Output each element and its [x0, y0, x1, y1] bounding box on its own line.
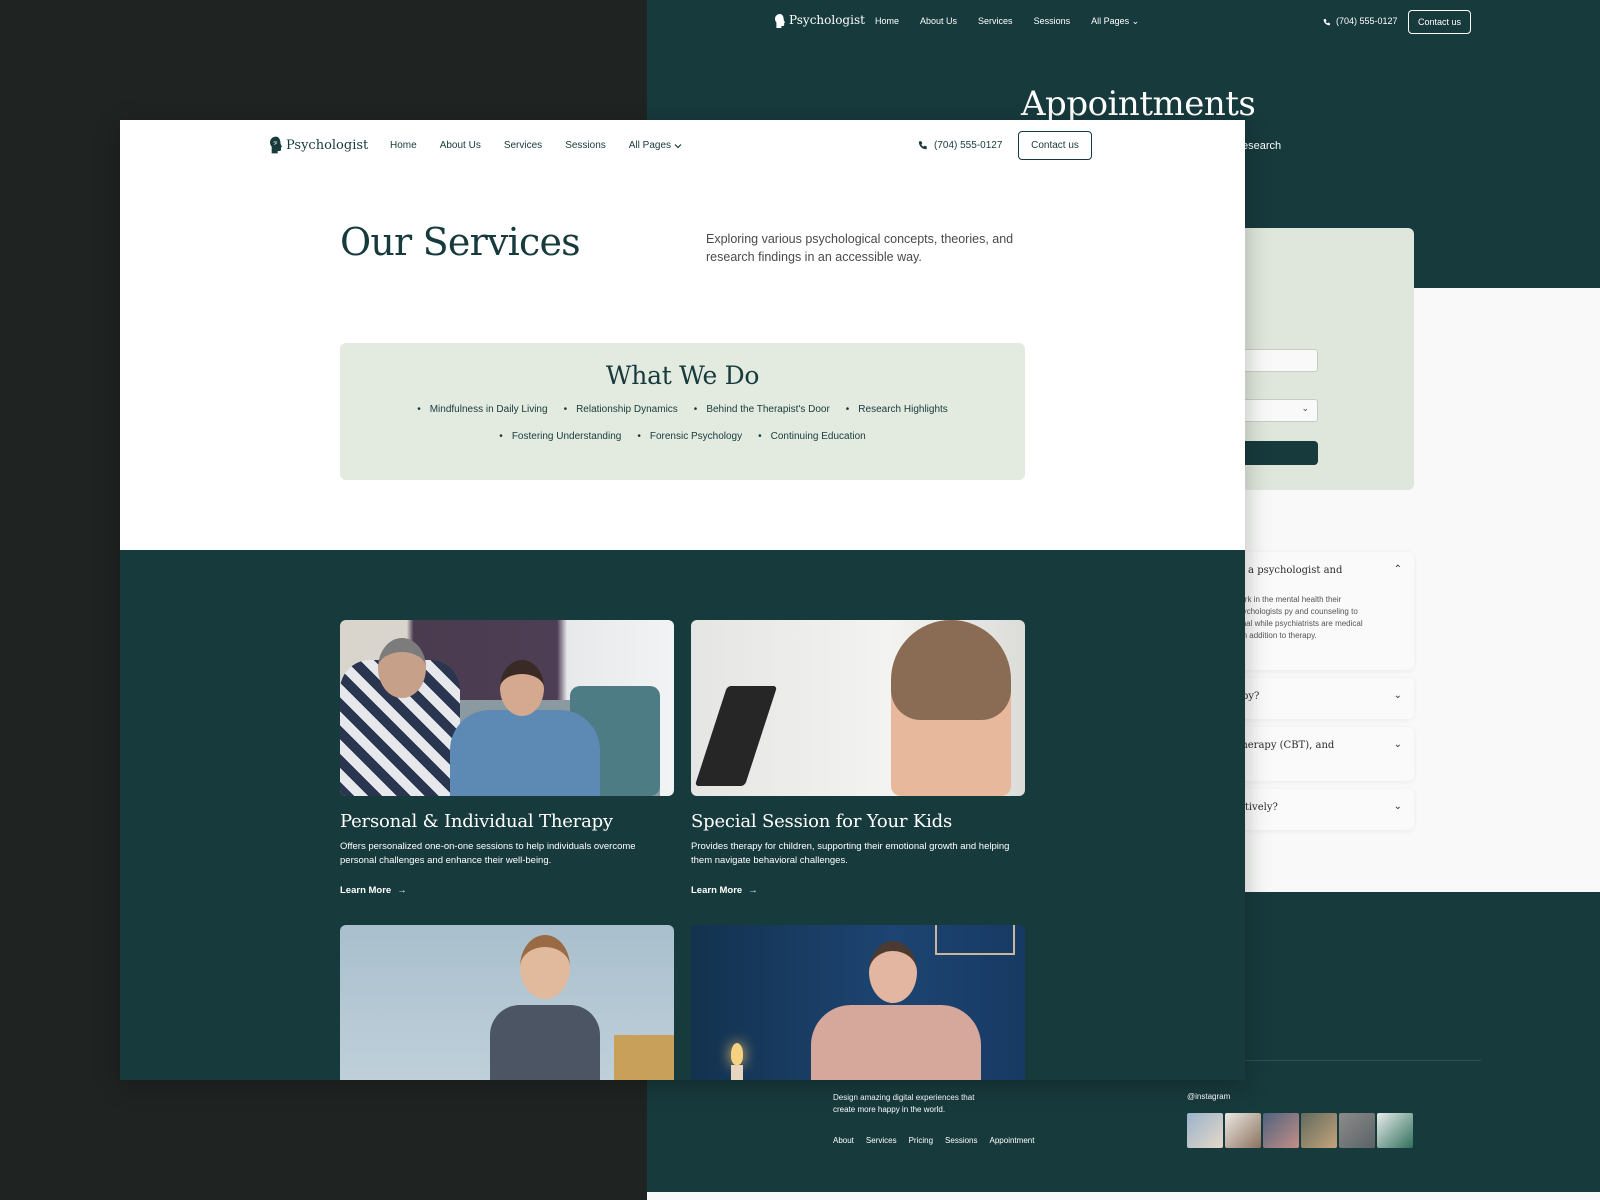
bg-hero-subtitle: esearch — [1242, 140, 1282, 152]
navbar: Psychologist Home About Us Services Sess… — [120, 120, 1245, 172]
topic-item[interactable]: Relationship Dynamics — [564, 404, 678, 415]
service-image-woman-meditating[interactable] — [691, 925, 1025, 1080]
nav-services[interactable]: Services — [504, 140, 542, 151]
service-description: Provides therapy for children, supportin… — [691, 841, 1010, 866]
contact-button[interactable]: Contact us — [1018, 131, 1092, 160]
service-card — [340, 925, 674, 1080]
topic-item[interactable]: Forensic Psychology — [637, 431, 742, 442]
bg-nav-all-pages-label: All Pages — [1091, 16, 1130, 26]
topic-item[interactable]: Fostering Understanding — [499, 431, 622, 442]
bg-nav-all-pages[interactable]: All Pages ⌄ — [1091, 16, 1139, 27]
nav-sessions[interactable]: Sessions — [565, 140, 606, 151]
bg-nav-services[interactable]: Services — [978, 16, 1013, 27]
service-image-couple-therapy[interactable] — [340, 620, 674, 796]
learn-more-link[interactable]: Learn More → — [340, 885, 407, 896]
bg-nav-sessions[interactable]: Sessions — [1034, 16, 1071, 27]
bg-phone-number: (704) 555-0127 — [1336, 16, 1398, 26]
instagram-thumb[interactable] — [1225, 1113, 1261, 1148]
phone-icon — [1323, 16, 1331, 26]
bg-logo-text: Psychologist — [789, 13, 865, 28]
bg-logo[interactable]: Psychologist — [775, 13, 865, 28]
logo-text: Psychologist — [286, 137, 369, 153]
footer-link-about[interactable]: About — [833, 1136, 854, 1145]
chevron-down-icon: ⌄ — [1393, 801, 1402, 812]
footer-links: About Services Pricing Sessions Appointm… — [833, 1136, 1034, 1145]
bg-hero-title: Appointments — [1021, 84, 1256, 124]
footer-link-sessions[interactable]: Sessions — [945, 1136, 977, 1145]
phone-link[interactable]: (704) 555-0127 — [918, 140, 1002, 151]
service-card — [691, 925, 1025, 1080]
page-title: Our Services — [340, 220, 581, 264]
footer-tagline: Design amazing digital experiences that … — [833, 1093, 975, 1114]
page-intro: Exploring various psychological concepts… — [706, 232, 1014, 264]
instagram-label: @instagram — [1187, 1092, 1231, 1101]
nav-all-pages[interactable]: All Pages — [629, 140, 682, 151]
service-title[interactable]: Special Session for Your Kids — [691, 811, 1025, 832]
bg-contact-button[interactable]: Contact us — [1408, 10, 1471, 34]
bg-nav-links: Home About Us Services Sessions All Page… — [875, 16, 1139, 27]
service-description: Offers personalized one-on-one sessions … — [340, 841, 636, 866]
footer-link-services[interactable]: Services — [866, 1136, 897, 1145]
head-logo-icon — [270, 136, 282, 154]
service-title[interactable]: Personal & Individual Therapy — [340, 811, 674, 832]
arrow-right-icon: → — [397, 885, 407, 896]
phone-icon — [918, 140, 928, 151]
chevron-down-icon: ⌄ — [1393, 690, 1402, 701]
topic-item[interactable]: Research Highlights — [846, 404, 948, 415]
service-card: Special Session for Your Kids Provides t… — [691, 620, 1025, 898]
chevron-up-icon: ⌃ — [1393, 564, 1402, 575]
instagram-thumb[interactable] — [1263, 1113, 1299, 1148]
learn-more-label: Learn More — [691, 885, 743, 896]
service-card: Personal & Individual Therapy Offers per… — [340, 620, 674, 898]
what-we-do-heading: What We Do — [605, 361, 760, 390]
nav-links: Home About Us Services Sessions All Page… — [390, 140, 682, 151]
nav-all-pages-label: All Pages — [628, 140, 672, 151]
instagram-grid — [1187, 1113, 1413, 1148]
bg-nav-home[interactable]: Home — [875, 16, 899, 27]
services-grid-section: Personal & Individual Therapy Offers per… — [120, 550, 1245, 1080]
what-we-do-panel: What We Do Mindfulness in Daily Living R… — [340, 343, 1025, 480]
chevron-down-icon: ⌄ — [1301, 403, 1309, 413]
footer-link-appointment[interactable]: Appointment — [990, 1136, 1035, 1145]
topic-item[interactable]: Mindfulness in Daily Living — [417, 404, 548, 415]
topic-item[interactable]: Behind the Therapist's Door — [694, 404, 829, 415]
bg-phone[interactable]: (704) 555-0127 — [1323, 16, 1398, 26]
logo[interactable]: Psychologist — [270, 136, 368, 154]
learn-more-label: Learn More — [340, 885, 392, 896]
topic-row: Mindfulness in Daily Living Relationship… — [340, 404, 1025, 415]
foreground-page-services: Psychologist Home About Us Services Sess… — [120, 120, 1245, 1080]
head-logo-icon — [775, 13, 785, 28]
nav-about[interactable]: About Us — [440, 140, 481, 151]
chevron-down-icon: ⌄ — [1131, 16, 1140, 26]
service-image-kid-tablet[interactable] — [691, 620, 1025, 796]
nav-home[interactable]: Home — [390, 140, 417, 151]
phone-number: (704) 555-0127 — [934, 140, 1003, 151]
bg-bottom-strip — [647, 1192, 1600, 1200]
chevron-down-icon: ⌄ — [1393, 739, 1402, 750]
bg-navbar: Psychologist Home About Us Services Sess… — [647, 0, 1600, 44]
topic-row: Fostering Understanding Forensic Psychol… — [340, 431, 1025, 442]
instagram-thumb[interactable] — [1301, 1113, 1337, 1148]
instagram-thumb[interactable] — [1377, 1113, 1413, 1148]
footer-divider — [1239, 1060, 1481, 1061]
learn-more-link[interactable]: Learn More → — [691, 885, 758, 896]
chevron-down-icon — [674, 143, 682, 149]
service-image-woman-reading[interactable] — [340, 925, 674, 1080]
topic-item[interactable]: Continuing Education — [758, 431, 866, 442]
bg-nav-about[interactable]: About Us — [920, 16, 957, 27]
footer-link-pricing[interactable]: Pricing — [909, 1136, 933, 1145]
instagram-thumb[interactable] — [1339, 1113, 1375, 1148]
instagram-thumb[interactable] — [1187, 1113, 1223, 1148]
arrow-right-icon: → — [748, 885, 758, 896]
